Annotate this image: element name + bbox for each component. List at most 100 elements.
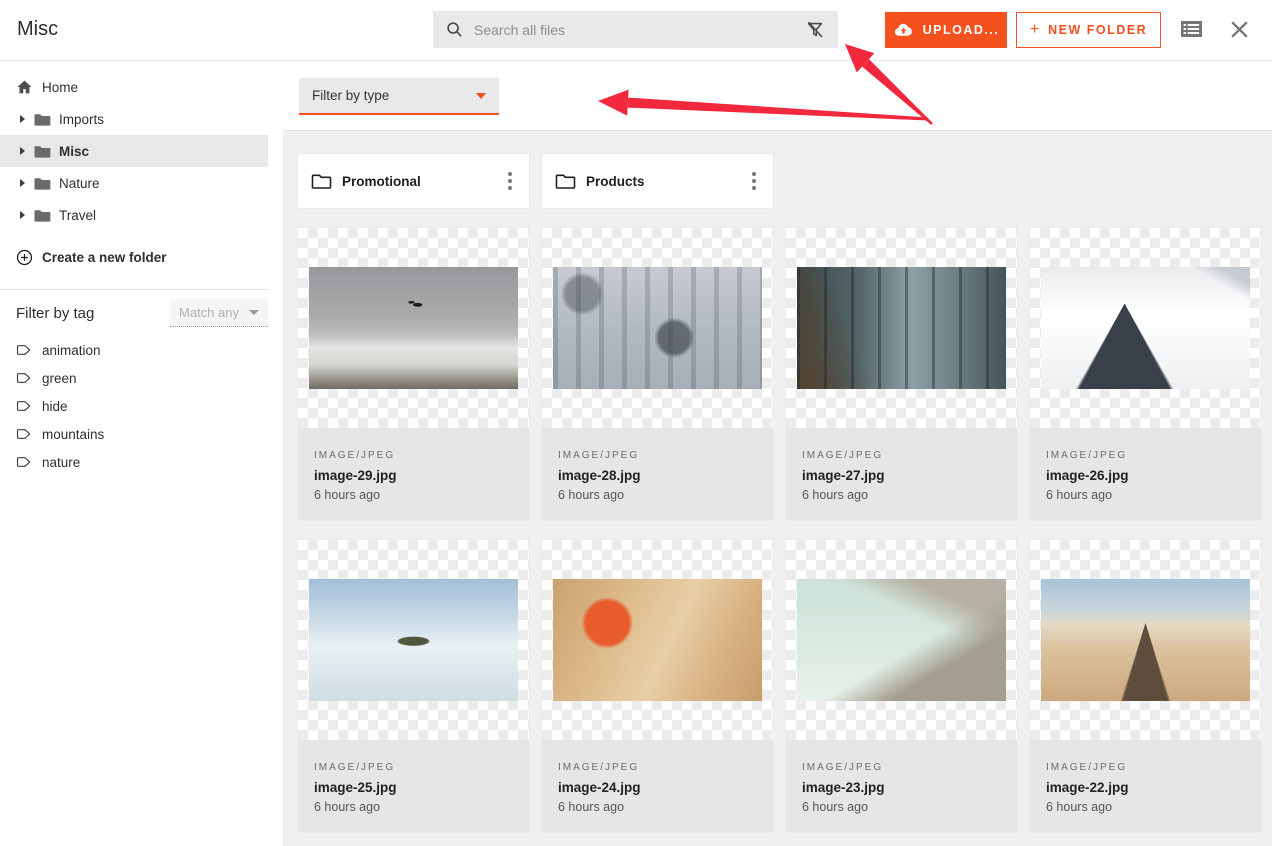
close-icon[interactable] — [1229, 19, 1250, 40]
file-thumbnail-image — [797, 267, 1006, 389]
folder-card-name: Products — [586, 174, 738, 189]
file-meta: IMAGE/JPEG image-28.jpg 6 hours ago — [542, 428, 773, 520]
folder-menu-kebab-icon[interactable] — [748, 168, 760, 194]
chevron-right-icon[interactable] — [20, 147, 25, 155]
file-meta: IMAGE/JPEG image-25.jpg 6 hours ago — [298, 740, 529, 832]
file-thumbnail-image — [1041, 267, 1250, 389]
file-thumbnail-background — [1030, 228, 1261, 428]
plus-icon: + — [1030, 21, 1039, 39]
file-timestamp: 6 hours ago — [802, 488, 1001, 502]
folder-icon — [33, 112, 51, 127]
file-meta: IMAGE/JPEG image-29.jpg 6 hours ago — [298, 428, 529, 520]
tag-item[interactable]: animation — [0, 336, 283, 364]
file-card[interactable]: IMAGE/JPEG image-25.jpg 6 hours ago — [298, 540, 529, 832]
tag-label: green — [42, 371, 77, 386]
file-name: image-24.jpg — [558, 780, 757, 795]
sidebar: Home Imports Misc — [0, 61, 283, 846]
file-thumbnail-background — [298, 540, 529, 740]
sidebar-folder-item[interactable]: Imports — [0, 103, 268, 135]
file-meta: IMAGE/JPEG image-23.jpg 6 hours ago — [786, 740, 1017, 832]
file-timestamp: 6 hours ago — [1046, 800, 1245, 814]
folder-card[interactable]: Promotional — [298, 154, 529, 208]
file-thumbnail-background — [542, 540, 773, 740]
plus-circle-icon — [16, 249, 33, 266]
folder-icon — [33, 176, 51, 191]
tag-item[interactable]: hide — [0, 392, 283, 420]
folder-card[interactable]: Products — [542, 154, 773, 208]
file-name: image-23.jpg — [802, 780, 1001, 795]
folder-icon — [33, 144, 51, 159]
filter-by-tag-section: Filter by tag Match any — [0, 290, 283, 336]
search-bar[interactable] — [433, 11, 838, 48]
file-thumbnail-image — [553, 579, 762, 701]
chevron-right-icon[interactable] — [20, 211, 25, 219]
list-view-toggle-icon[interactable] — [1180, 19, 1203, 39]
file-name: image-28.jpg — [558, 468, 757, 483]
file-mimetype: IMAGE/JPEG — [802, 450, 1001, 461]
tag-icon — [16, 455, 32, 469]
folder-cards-row: Promotional Products — [298, 154, 1272, 208]
file-mimetype: IMAGE/JPEG — [1046, 450, 1245, 461]
sidebar-folder-item[interactable]: Travel — [0, 199, 268, 231]
file-thumbnail-background — [298, 228, 529, 428]
file-name: image-29.jpg — [314, 468, 513, 483]
create-new-folder-button[interactable]: Create a new folder — [0, 239, 268, 275]
folder-menu-kebab-icon[interactable] — [504, 168, 516, 194]
tag-icon — [16, 427, 32, 441]
filter-by-type-label: Filter by type — [312, 88, 389, 103]
file-thumbnail-background — [786, 228, 1017, 428]
file-name: image-27.jpg — [802, 468, 1001, 483]
match-any-label: Match any — [179, 305, 239, 320]
clear-filter-icon[interactable] — [804, 19, 826, 41]
search-input[interactable] — [474, 22, 794, 38]
file-meta: IMAGE/JPEG image-24.jpg 6 hours ago — [542, 740, 773, 832]
file-thumbnail-image — [797, 579, 1006, 701]
tag-list: animation green hide mountains — [0, 336, 283, 476]
file-meta: IMAGE/JPEG image-22.jpg 6 hours ago — [1030, 740, 1261, 832]
chevron-right-icon[interactable] — [20, 179, 25, 187]
create-new-folder-label: Create a new folder — [42, 250, 167, 265]
sidebar-folder-label: Travel — [59, 208, 96, 223]
tag-item[interactable]: mountains — [0, 420, 283, 448]
upload-button-label: UPLOAD... — [923, 23, 1000, 37]
chevron-down-icon — [249, 310, 259, 315]
filter-by-type-dropdown[interactable]: Filter by type — [299, 78, 499, 115]
tag-label: mountains — [42, 427, 104, 442]
tag-label: animation — [42, 343, 101, 358]
tag-item[interactable]: green — [0, 364, 283, 392]
file-timestamp: 6 hours ago — [314, 800, 513, 814]
file-card[interactable]: IMAGE/JPEG image-26.jpg 6 hours ago — [1030, 228, 1261, 520]
file-card[interactable]: IMAGE/JPEG image-24.jpg 6 hours ago — [542, 540, 773, 832]
new-folder-button[interactable]: + NEW FOLDER — [1016, 12, 1161, 48]
file-card[interactable]: IMAGE/JPEG image-27.jpg 6 hours ago — [786, 228, 1017, 520]
file-card[interactable]: IMAGE/JPEG image-29.jpg 6 hours ago — [298, 228, 529, 520]
chevron-down-icon — [476, 93, 486, 99]
folder-icon — [33, 208, 51, 223]
file-mimetype: IMAGE/JPEG — [314, 762, 513, 773]
file-mimetype: IMAGE/JPEG — [558, 450, 757, 461]
new-folder-button-label: NEW FOLDER — [1048, 23, 1147, 37]
sidebar-folder-item[interactable]: Misc — [0, 135, 268, 167]
filter-by-tag-title: Filter by tag — [16, 305, 94, 322]
tag-item[interactable]: nature — [0, 448, 283, 476]
file-name: image-25.jpg — [314, 780, 513, 795]
file-thumbnail-image — [1041, 579, 1250, 701]
file-timestamp: 6 hours ago — [802, 800, 1001, 814]
file-card[interactable]: IMAGE/JPEG image-22.jpg 6 hours ago — [1030, 540, 1261, 832]
file-mimetype: IMAGE/JPEG — [314, 450, 513, 461]
sidebar-item-home[interactable]: Home — [0, 71, 268, 103]
main-panel: Filter by type Promotional Pr — [283, 61, 1272, 846]
file-name: image-26.jpg — [1046, 468, 1245, 483]
sidebar-folder-list: Imports Misc Nature — [0, 103, 283, 231]
chevron-right-icon[interactable] — [20, 115, 25, 123]
file-card[interactable]: IMAGE/JPEG image-28.jpg 6 hours ago — [542, 228, 773, 520]
file-timestamp: 6 hours ago — [314, 488, 513, 502]
file-thumbnail-background — [1030, 540, 1261, 740]
file-name: image-22.jpg — [1046, 780, 1245, 795]
upload-button[interactable]: UPLOAD... — [885, 12, 1007, 48]
folder-outline-icon — [555, 172, 576, 190]
file-card[interactable]: IMAGE/JPEG image-23.jpg 6 hours ago — [786, 540, 1017, 832]
match-any-dropdown[interactable]: Match any — [170, 299, 268, 327]
sidebar-folder-item[interactable]: Nature — [0, 167, 268, 199]
tag-label: hide — [42, 399, 68, 414]
